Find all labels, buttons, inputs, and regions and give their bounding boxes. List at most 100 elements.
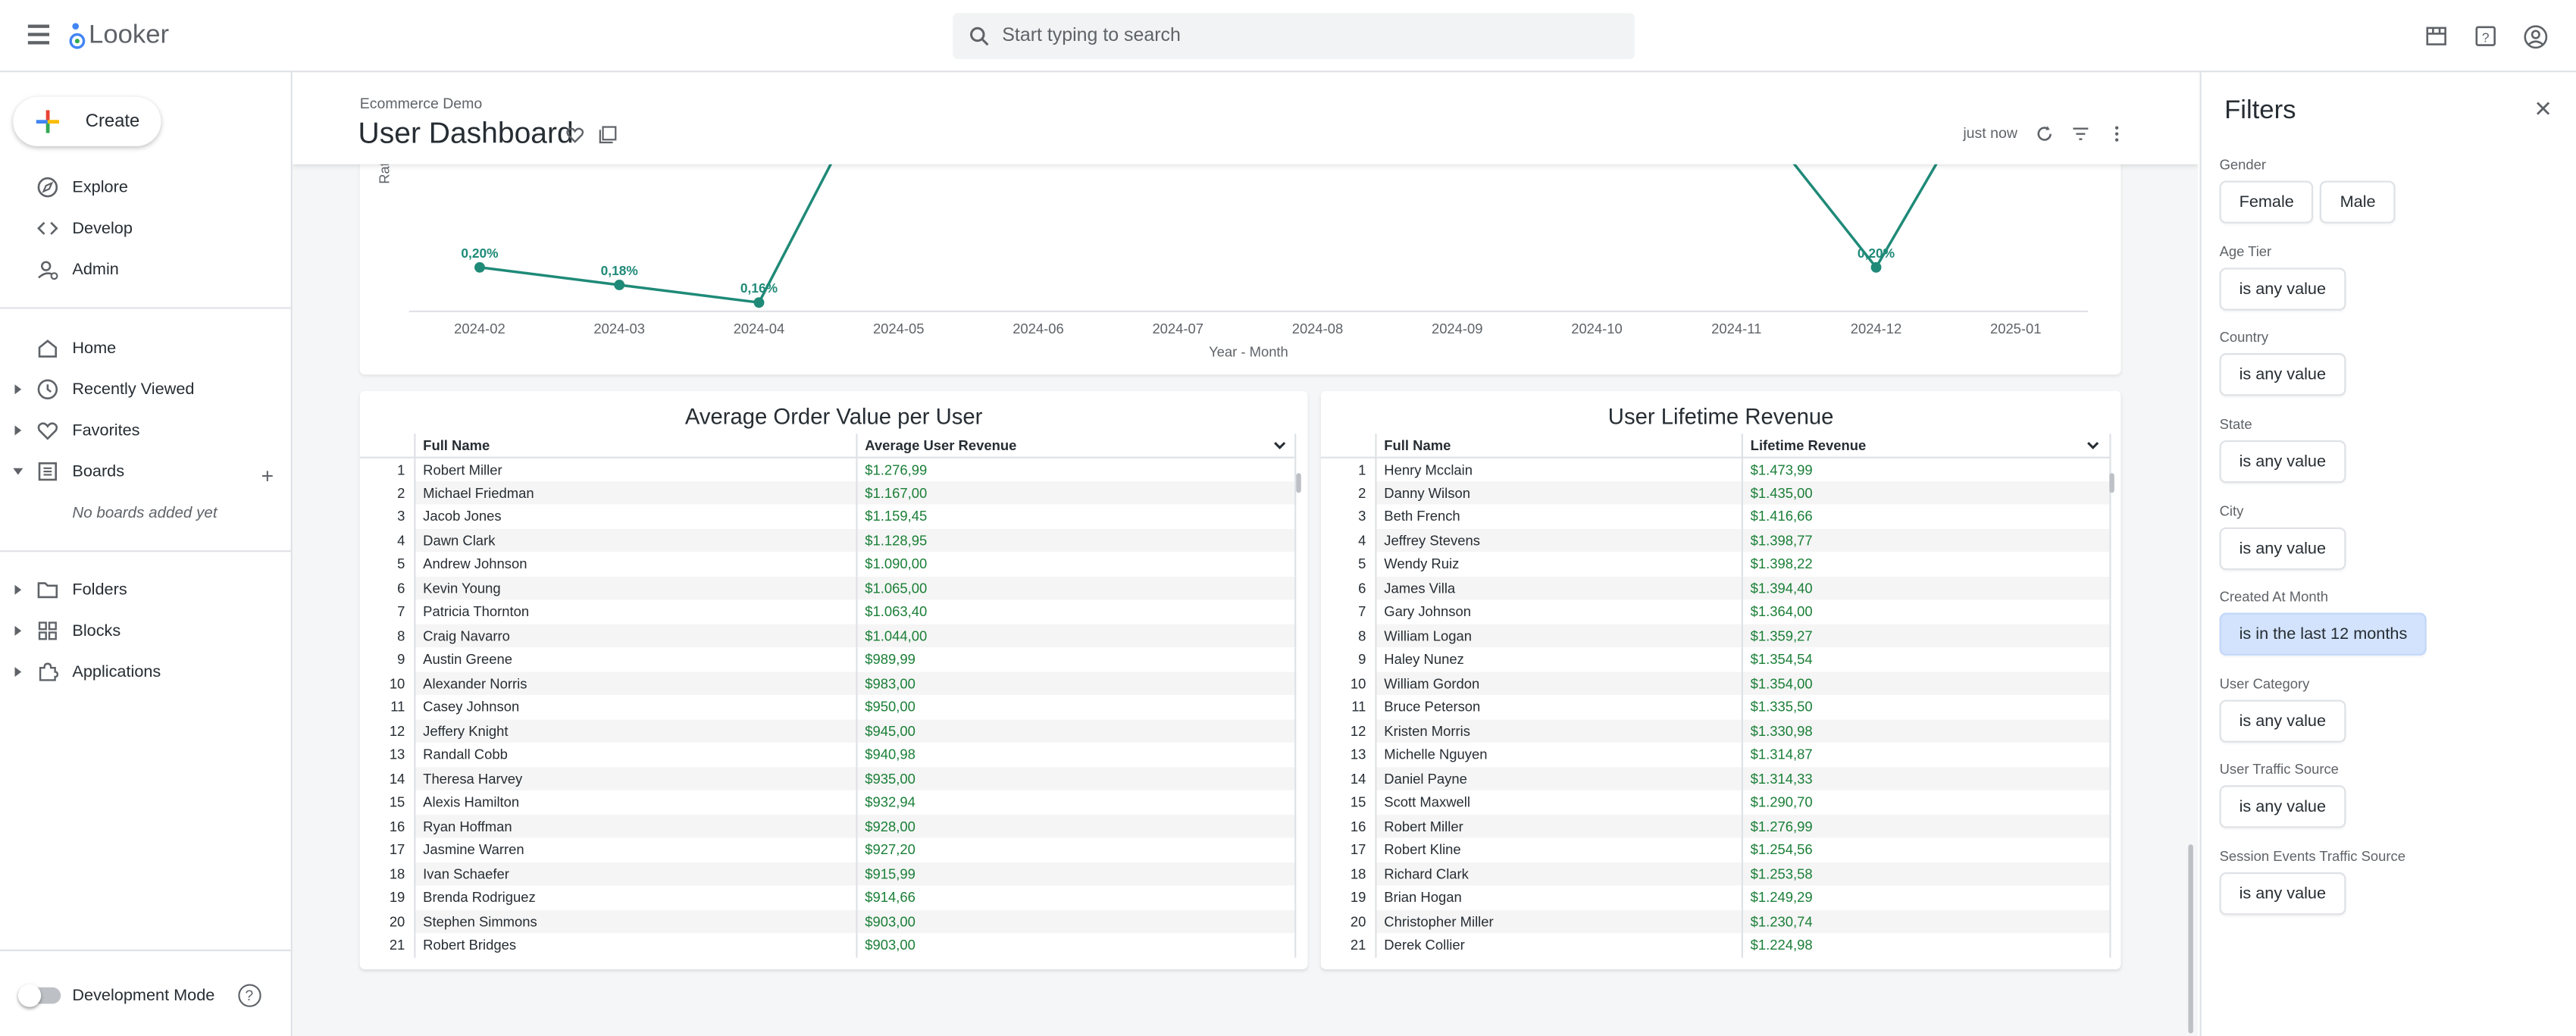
cell-full-name[interactable]: Scott Maxwell xyxy=(1375,790,1742,815)
looker-logo[interactable]: Looker xyxy=(69,20,169,52)
cell-value[interactable]: $1.249,29 xyxy=(1741,885,2111,909)
table-row[interactable]: 1 Robert Miller $1.276,99 xyxy=(359,456,1297,481)
collapse-icon[interactable] xyxy=(13,468,23,475)
table-row[interactable]: 18 Richard Clark $1.253,58 xyxy=(1320,861,2111,886)
cell-full-name[interactable]: Stephen Simmons xyxy=(414,909,857,934)
cell-full-name[interactable]: Brenda Rodriguez xyxy=(414,885,857,909)
cell-value[interactable]: $1.253,58 xyxy=(1741,861,2111,886)
cell-full-name[interactable]: Bruce Peterson xyxy=(1375,694,1742,719)
data-point[interactable] xyxy=(614,280,625,290)
cell-full-name[interactable]: Randall Cobb xyxy=(414,742,857,767)
table-row[interactable]: 2 Danny Wilson $1.435,00 xyxy=(1320,480,2111,505)
cell-full-name[interactable]: Brian Hogan xyxy=(1375,885,1742,909)
table-row[interactable]: 16 Robert Miller $1.276,99 xyxy=(1320,814,2111,838)
cell-full-name[interactable]: Patricia Thornton xyxy=(414,599,857,624)
filter-value-button[interactable]: is any value xyxy=(2219,268,2346,311)
cell-value[interactable]: $950,00 xyxy=(856,694,1297,719)
table-scrollbar[interactable] xyxy=(1294,460,1304,953)
search-bar[interactable] xyxy=(953,13,1635,60)
dashboard-scrollbar[interactable] xyxy=(2188,164,2195,1036)
cell-value[interactable]: $1.394,40 xyxy=(1741,575,2111,600)
add-board-icon[interactable]: + xyxy=(261,463,274,488)
filter-value-button[interactable]: is any value xyxy=(2219,527,2346,571)
cell-value[interactable]: $1.398,22 xyxy=(1741,552,2111,576)
cell-full-name[interactable]: Kevin Young xyxy=(414,575,857,600)
cell-value[interactable]: $945,00 xyxy=(856,718,1297,743)
sidebar-item-folders[interactable]: Folders xyxy=(0,571,290,608)
cell-value[interactable]: $903,00 xyxy=(856,933,1297,957)
column-header-value[interactable]: Lifetime Revenue xyxy=(1741,433,2111,458)
close-icon[interactable] xyxy=(2535,100,2552,117)
table-row[interactable]: 12 Jeffery Knight $945,00 xyxy=(359,718,1297,743)
search-input[interactable] xyxy=(1002,26,1594,46)
cell-value[interactable]: $1.398,77 xyxy=(1741,527,2111,552)
cell-value[interactable]: $1.128,95 xyxy=(856,527,1297,552)
table-row[interactable]: 20 Christopher Miller $1.230,74 xyxy=(1320,909,2111,934)
table-row[interactable]: 11 Bruce Peterson $1.335,50 xyxy=(1320,694,2111,719)
more-options-icon[interactable] xyxy=(2106,124,2126,143)
cell-value[interactable]: $932,94 xyxy=(856,790,1297,815)
cell-full-name[interactable]: Robert Miller xyxy=(414,456,857,481)
dev-mode-toggle[interactable] xyxy=(17,984,61,1007)
sidebar-item-blocks[interactable]: Blocks xyxy=(0,613,290,649)
cell-value[interactable]: $1.224,98 xyxy=(1741,933,2111,957)
data-point[interactable] xyxy=(1870,261,1882,273)
expand-icon[interactable] xyxy=(14,584,22,595)
cell-full-name[interactable]: Craig Navarro xyxy=(414,623,857,648)
table-row[interactable]: 16 Ryan Hoffman $928,00 xyxy=(359,814,1297,838)
table-row[interactable]: 3 Beth French $1.416,66 xyxy=(1320,504,2111,528)
filter-value-button[interactable]: is any value xyxy=(2219,353,2346,396)
table-row[interactable]: 19 Brian Hogan $1.249,29 xyxy=(1320,885,2111,909)
cell-full-name[interactable]: Beth French xyxy=(1375,504,1742,528)
table-row[interactable]: 1 Henry Mcclain $1.473,99 xyxy=(1320,456,2111,481)
cell-full-name[interactable]: James Villa xyxy=(1375,575,1742,600)
table-row[interactable]: 20 Stephen Simmons $903,00 xyxy=(359,909,1297,934)
table-row[interactable]: 13 Michelle Nguyen $1.314,87 xyxy=(1320,742,2111,767)
cell-full-name[interactable]: Michelle Nguyen xyxy=(1375,742,1742,767)
cell-value[interactable]: $1.354,54 xyxy=(1741,647,2111,671)
cell-value[interactable]: $983,00 xyxy=(856,671,1297,695)
expand-icon[interactable] xyxy=(14,425,22,436)
cell-value[interactable]: $1.473,99 xyxy=(1741,456,2111,481)
table-row[interactable]: 15 Scott Maxwell $1.290,70 xyxy=(1320,790,2111,815)
cell-value[interactable]: $915,99 xyxy=(856,861,1297,886)
cell-value[interactable]: $1.290,70 xyxy=(1741,790,2111,815)
help-circle-icon[interactable]: ? xyxy=(237,984,261,1007)
table-row[interactable]: 6 Kevin Young $1.065,00 xyxy=(359,575,1297,600)
table-row[interactable]: 14 Daniel Payne $1.314,33 xyxy=(1320,766,2111,790)
filter-value-button[interactable]: is any value xyxy=(2219,872,2346,915)
cell-value[interactable]: $1.063,40 xyxy=(856,599,1297,624)
cell-value[interactable]: $1.330,98 xyxy=(1741,718,2111,743)
favorite-heart-icon[interactable] xyxy=(565,124,585,143)
filter-value-button[interactable]: Female xyxy=(2219,180,2314,224)
cell-full-name[interactable]: Andrew Johnson xyxy=(414,552,857,576)
cell-full-name[interactable]: Robert Bridges xyxy=(414,933,857,957)
table-row[interactable]: 4 Dawn Clark $1.128,95 xyxy=(359,527,1297,552)
sidebar-item-boards[interactable]: Boards xyxy=(0,453,290,490)
data-point[interactable] xyxy=(753,297,765,308)
table-row[interactable]: 19 Brenda Rodriguez $914,66 xyxy=(359,885,1297,909)
cell-full-name[interactable]: Gary Johnson xyxy=(1375,599,1742,624)
table-row[interactable]: 17 Robert Kline $1.254,56 xyxy=(1320,837,2111,862)
cell-full-name[interactable]: Austin Greene xyxy=(414,647,857,671)
column-header-full-name[interactable]: Full Name xyxy=(1375,433,1742,458)
filter-value-button[interactable]: is any value xyxy=(2219,440,2346,484)
breadcrumb[interactable]: Ecommerce Demo xyxy=(360,95,483,112)
cell-full-name[interactable]: Michael Friedman xyxy=(414,480,857,505)
sidebar-item-applications[interactable]: Applications xyxy=(0,654,290,690)
cell-full-name[interactable]: Haley Nunez xyxy=(1375,647,1742,671)
filter-value-button[interactable]: is in the last 12 months xyxy=(2219,612,2427,656)
table-row[interactable]: 10 Alexander Norris $983,00 xyxy=(359,671,1297,695)
filter-value-button[interactable]: is any value xyxy=(2219,785,2346,828)
cell-value[interactable]: $1.230,74 xyxy=(1741,909,2111,934)
table-row[interactable]: 17 Jasmine Warren $927,20 xyxy=(359,837,1297,862)
cell-value[interactable]: $1.090,00 xyxy=(856,552,1297,576)
reload-icon[interactable] xyxy=(2034,124,2054,143)
cell-value[interactable]: $1.314,33 xyxy=(1741,766,2111,790)
cell-full-name[interactable]: Henry Mcclain xyxy=(1375,456,1742,481)
expand-icon[interactable] xyxy=(14,625,22,636)
table-row[interactable]: 2 Michael Friedman $1.167,00 xyxy=(359,480,1297,505)
cell-full-name[interactable]: Dawn Clark xyxy=(414,527,857,552)
cell-full-name[interactable]: Jacob Jones xyxy=(414,504,857,528)
chevron-down-icon[interactable] xyxy=(1272,437,1288,454)
